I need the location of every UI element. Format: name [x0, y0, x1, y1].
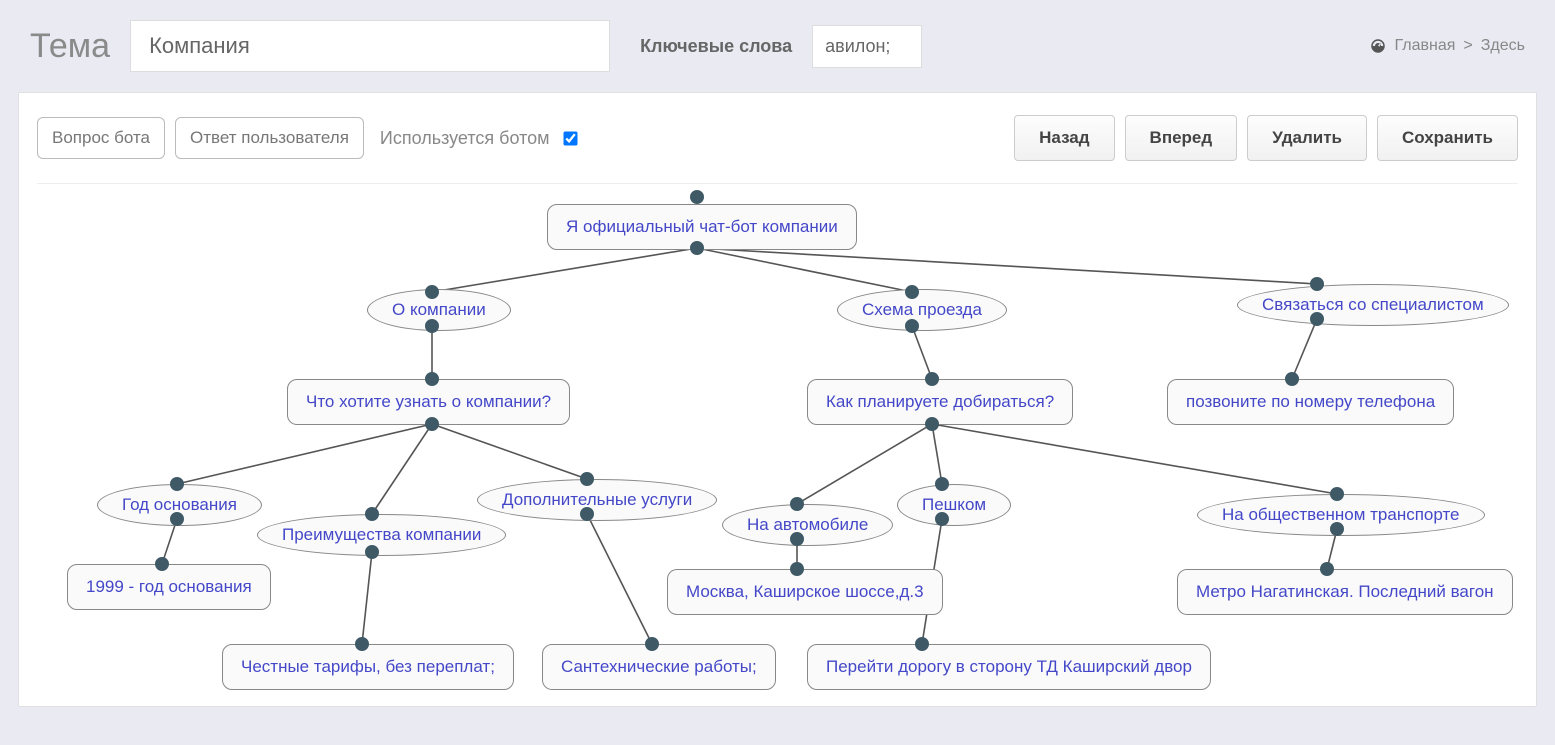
port[interactable]: [1310, 277, 1324, 291]
node-year-a[interactable]: 1999 - год основания: [67, 564, 271, 610]
tema-label: Тема: [30, 27, 110, 66]
port[interactable]: [425, 372, 439, 386]
node-extra-a[interactable]: Сантехнические работы;: [542, 644, 776, 690]
port[interactable]: [1310, 312, 1324, 326]
tema-input[interactable]: [130, 20, 610, 72]
keywords-input[interactable]: [812, 25, 922, 68]
diagram-canvas[interactable]: Я официальный чат-бот компании О компани…: [37, 184, 1518, 694]
port[interactable]: [355, 637, 369, 651]
node-route[interactable]: Схема проезда: [837, 289, 1007, 331]
node-foot-a[interactable]: Перейти дорогу в сторону ТД Каширский дв…: [807, 644, 1211, 690]
forward-button[interactable]: Вперед: [1125, 115, 1238, 161]
save-button[interactable]: Сохранить: [1377, 115, 1518, 161]
port[interactable]: [1330, 487, 1344, 501]
port[interactable]: [425, 417, 439, 431]
port[interactable]: [425, 319, 439, 333]
used-by-bot-label: Используется ботом: [380, 128, 550, 149]
port[interactable]: [170, 477, 184, 491]
node-car-a[interactable]: Москва, Каширское шоссе,д.3: [667, 569, 943, 615]
port[interactable]: [365, 545, 379, 559]
bot-question-button[interactable]: Вопрос бота: [37, 117, 165, 159]
delete-button[interactable]: Удалить: [1247, 115, 1367, 161]
port[interactable]: [925, 372, 939, 386]
port[interactable]: [915, 637, 929, 651]
node-advantages[interactable]: Преимущества компании: [257, 514, 506, 556]
user-answer-button[interactable]: Ответ пользователя: [175, 117, 364, 159]
dashboard-icon: [1369, 37, 1387, 55]
breadcrumb: Главная > Здесь: [1369, 37, 1525, 55]
port[interactable]: [170, 512, 184, 526]
node-route-q[interactable]: Как планируете добираться?: [807, 379, 1073, 425]
port[interactable]: [155, 557, 169, 571]
port[interactable]: [1320, 562, 1334, 576]
node-contact[interactable]: Связаться со специалистом: [1237, 284, 1509, 326]
keywords-label: Ключевые слова: [640, 36, 792, 57]
port[interactable]: [905, 285, 919, 299]
back-button[interactable]: Назад: [1014, 115, 1114, 161]
port[interactable]: [935, 512, 949, 526]
port[interactable]: [365, 507, 379, 521]
port[interactable]: [645, 637, 659, 651]
breadcrumb-main[interactable]: Главная: [1395, 37, 1456, 55]
node-contact-a[interactable]: позвоните по номеру телефона: [1167, 379, 1454, 425]
port[interactable]: [790, 562, 804, 576]
used-by-bot-checkbox[interactable]: [563, 131, 577, 145]
port[interactable]: [790, 497, 804, 511]
port[interactable]: [790, 532, 804, 546]
port[interactable]: [1330, 522, 1344, 536]
port[interactable]: [425, 285, 439, 299]
node-adv-a[interactable]: Честные тарифы, без переплат;: [222, 644, 514, 690]
node-transit-a[interactable]: Метро Нагатинская. Последний вагон: [1177, 569, 1513, 615]
port[interactable]: [690, 190, 704, 204]
node-onfoot[interactable]: Пешком: [897, 484, 1011, 526]
port[interactable]: [935, 477, 949, 491]
node-extra[interactable]: Дополнительные услуги: [477, 479, 717, 521]
breadcrumb-sep: >: [1463, 37, 1472, 55]
port[interactable]: [925, 417, 939, 431]
port[interactable]: [905, 319, 919, 333]
port[interactable]: [580, 472, 594, 486]
port[interactable]: [1285, 372, 1299, 386]
breadcrumb-here: Здесь: [1481, 37, 1525, 55]
port[interactable]: [690, 241, 704, 255]
port[interactable]: [580, 507, 594, 521]
node-bycar[interactable]: На автомобиле: [722, 504, 893, 546]
